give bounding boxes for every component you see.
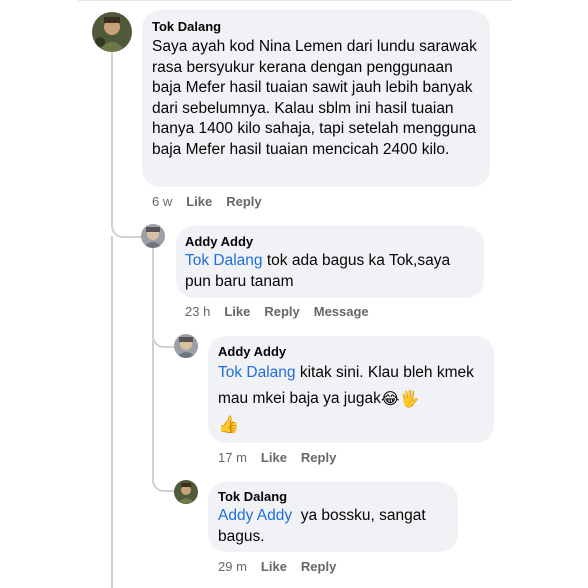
like-button[interactable]: Like (261, 450, 287, 465)
comment-author[interactable]: Tok Dalang (152, 19, 221, 34)
comment-text: Tok Dalang kitak sini. Klau bleh kmek ma… (218, 360, 488, 438)
reply-button[interactable]: Reply (226, 194, 261, 209)
thread-line (152, 248, 174, 348)
comment-timestamp[interactable]: 23 h (185, 304, 210, 319)
avatar[interactable] (174, 480, 198, 504)
comment-meta: 17 m Like Reply (218, 450, 336, 465)
comment-timestamp[interactable]: 17 m (218, 450, 247, 465)
laughing-hand-emoji-icon: 😂🖐 (380, 389, 420, 408)
comment-meta: 29 m Like Reply (218, 559, 336, 574)
reply-button[interactable]: Reply (301, 450, 336, 465)
comment-timestamp[interactable]: 6 w (152, 194, 172, 209)
thread-line (152, 340, 174, 492)
comment-meta: 6 w Like Reply (152, 194, 262, 209)
comment-author[interactable]: Addy Addy (218, 344, 286, 359)
mention-link[interactable]: Addy Addy (218, 507, 292, 524)
comment-meta: 23 h Like Reply Message (185, 304, 369, 319)
thread-line (111, 52, 143, 238)
like-button[interactable]: Like (224, 304, 250, 319)
avatar[interactable] (141, 224, 165, 248)
avatar[interactable] (174, 334, 198, 358)
mention-link[interactable]: Tok Dalang (185, 252, 263, 269)
comment-text: Saya ayah kod Nina Lemen dari lundu sara… (152, 37, 482, 160)
mention-link[interactable]: Tok Dalang (218, 364, 296, 381)
thread-line (111, 236, 113, 588)
message-button[interactable]: Message (314, 304, 369, 319)
divider (78, 0, 511, 1)
comment-text: Tok Dalang tok ada bagus ka Tok,saya pun… (185, 251, 477, 292)
comment-author[interactable]: Addy Addy (185, 234, 253, 249)
avatar[interactable] (92, 12, 132, 52)
comment-timestamp[interactable]: 29 m (218, 559, 247, 574)
like-button[interactable]: Like (261, 559, 287, 574)
reply-button[interactable]: Reply (301, 559, 336, 574)
comment-body: Saya ayah kod Nina Lemen dari lundu sara… (152, 38, 477, 158)
comment-text: Addy Addy ya bossku, sangat bagus. (218, 506, 448, 547)
like-button[interactable]: Like (186, 194, 212, 209)
comment-author[interactable]: Tok Dalang (218, 489, 287, 504)
thumbs-up-emoji-icon: 👍 (218, 415, 240, 436)
reply-button[interactable]: Reply (264, 304, 299, 319)
